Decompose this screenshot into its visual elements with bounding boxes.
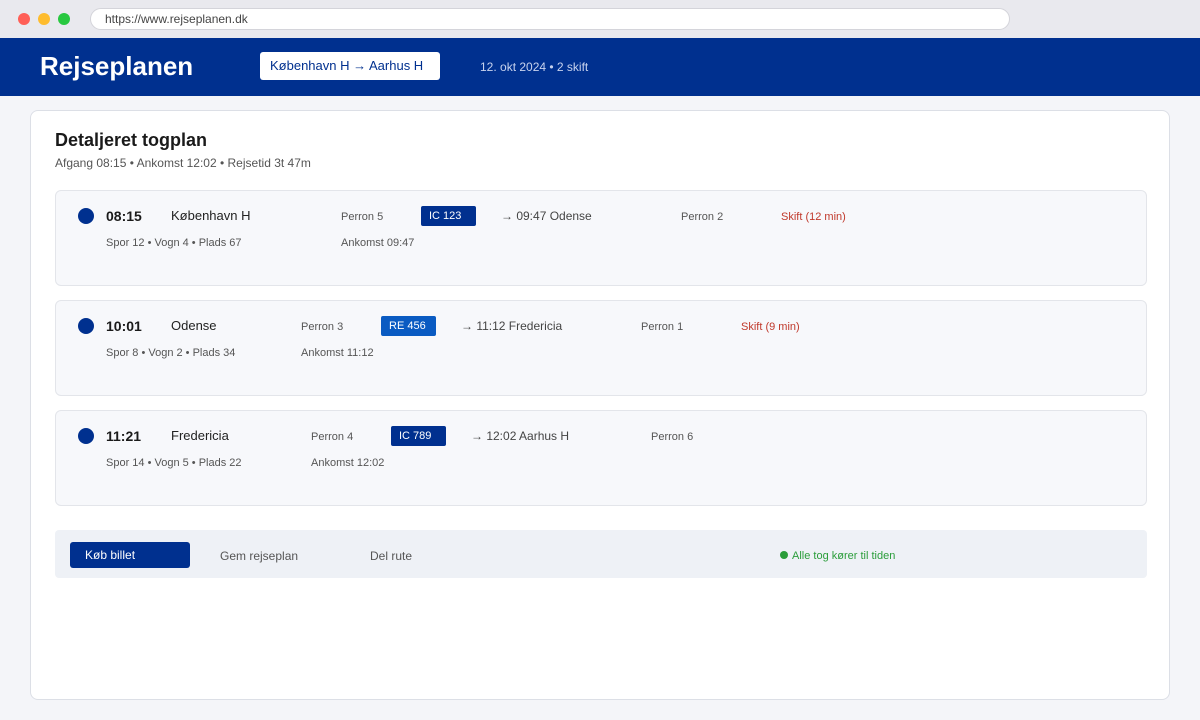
journey-leg[interactable]: 11:21 Fredericia Spor 14 • Vogn 5 • Plad…	[55, 410, 1147, 506]
address-bar[interactable]: https://www.rejseplanen.dk	[90, 8, 1010, 30]
arrival-platform: Perron 6	[651, 431, 694, 443]
close-window-icon[interactable]	[18, 13, 30, 25]
arrival-platform: Perron 1	[641, 321, 684, 333]
arrival-destination: → 09:47 Odense	[501, 209, 592, 223]
departure-time: 10:01	[106, 318, 142, 334]
site-logo[interactable]: Rejseplanen	[40, 50, 193, 82]
seat-info: Spor 8 • Vogn 2 • Plads 34	[106, 347, 236, 359]
trip-detail-card: Detaljeret togplan Afgang 08:15 • Ankoms…	[30, 110, 1170, 700]
stop-marker-icon	[78, 208, 94, 224]
arrival-destination: → 11:12 Fredericia	[461, 319, 563, 333]
train-badge[interactable]: IC 789	[391, 426, 446, 446]
departure-station: København H	[171, 208, 251, 223]
train-badge[interactable]: IC 123	[421, 206, 476, 226]
transfer-info: Skift (9 min)	[741, 321, 800, 333]
departure-station: Fredericia	[171, 428, 229, 443]
trip-summary: Afgang 08:15 • Ankomst 12:02 • Rejsetid …	[55, 156, 311, 170]
seat-info: Spor 12 • Vogn 4 • Plads 67	[106, 237, 242, 249]
share-route-button[interactable]: Del rute	[370, 549, 412, 563]
departure-time: 08:15	[106, 208, 142, 224]
arrival-time: Ankomst 12:02	[311, 457, 385, 469]
save-plan-button[interactable]: Gem rejseplan	[220, 549, 298, 563]
browser-chrome: https://www.rejseplanen.dk	[0, 0, 1200, 38]
site-header: Rejseplanen København H → Aarhus H 12. o…	[0, 38, 1200, 96]
departure-platform: Perron 3	[301, 321, 344, 333]
status-dot-icon	[780, 551, 788, 559]
arrival-time: Ankomst 11:12	[301, 347, 374, 359]
train-badge[interactable]: RE 456	[381, 316, 436, 336]
page-title: Detaljeret togplan	[55, 130, 208, 150]
journey-leg[interactable]: 10:01 Odense Spor 8 • Vogn 2 • Plads 34 …	[55, 300, 1147, 396]
journey-leg[interactable]: 08:15 København H Spor 12 • Vogn 4 • Pla…	[55, 190, 1147, 286]
status-indicator: Alle tog kører til tiden	[780, 549, 895, 563]
arrival-platform: Perron 2	[681, 211, 724, 223]
minimize-window-icon[interactable]	[38, 13, 50, 25]
arrival-destination: → 12:02 Aarhus H	[471, 429, 570, 443]
stop-marker-icon	[78, 428, 94, 444]
seat-info: Spor 14 • Vogn 5 • Plads 22	[106, 457, 242, 469]
status-text: Alle tog kører til tiden	[792, 550, 896, 562]
maximize-window-icon[interactable]	[58, 13, 70, 25]
departure-time: 11:21	[106, 428, 142, 444]
stop-marker-icon	[78, 318, 94, 334]
departure-station: Odense	[171, 318, 217, 333]
buy-ticket-button[interactable]: Køb billet	[70, 542, 190, 568]
departure-platform: Perron 5	[341, 211, 384, 223]
action-bar: Køb billet Gem rejseplan Del rute Alle t…	[55, 530, 1147, 578]
trip-meta: 12. okt 2024 • 2 skift	[480, 60, 589, 74]
route-summary[interactable]: København H → Aarhus H	[260, 52, 440, 80]
arrival-time: Ankomst 09:47	[341, 237, 415, 249]
departure-platform: Perron 4	[311, 431, 354, 443]
transfer-info: Skift (12 min)	[781, 211, 846, 223]
